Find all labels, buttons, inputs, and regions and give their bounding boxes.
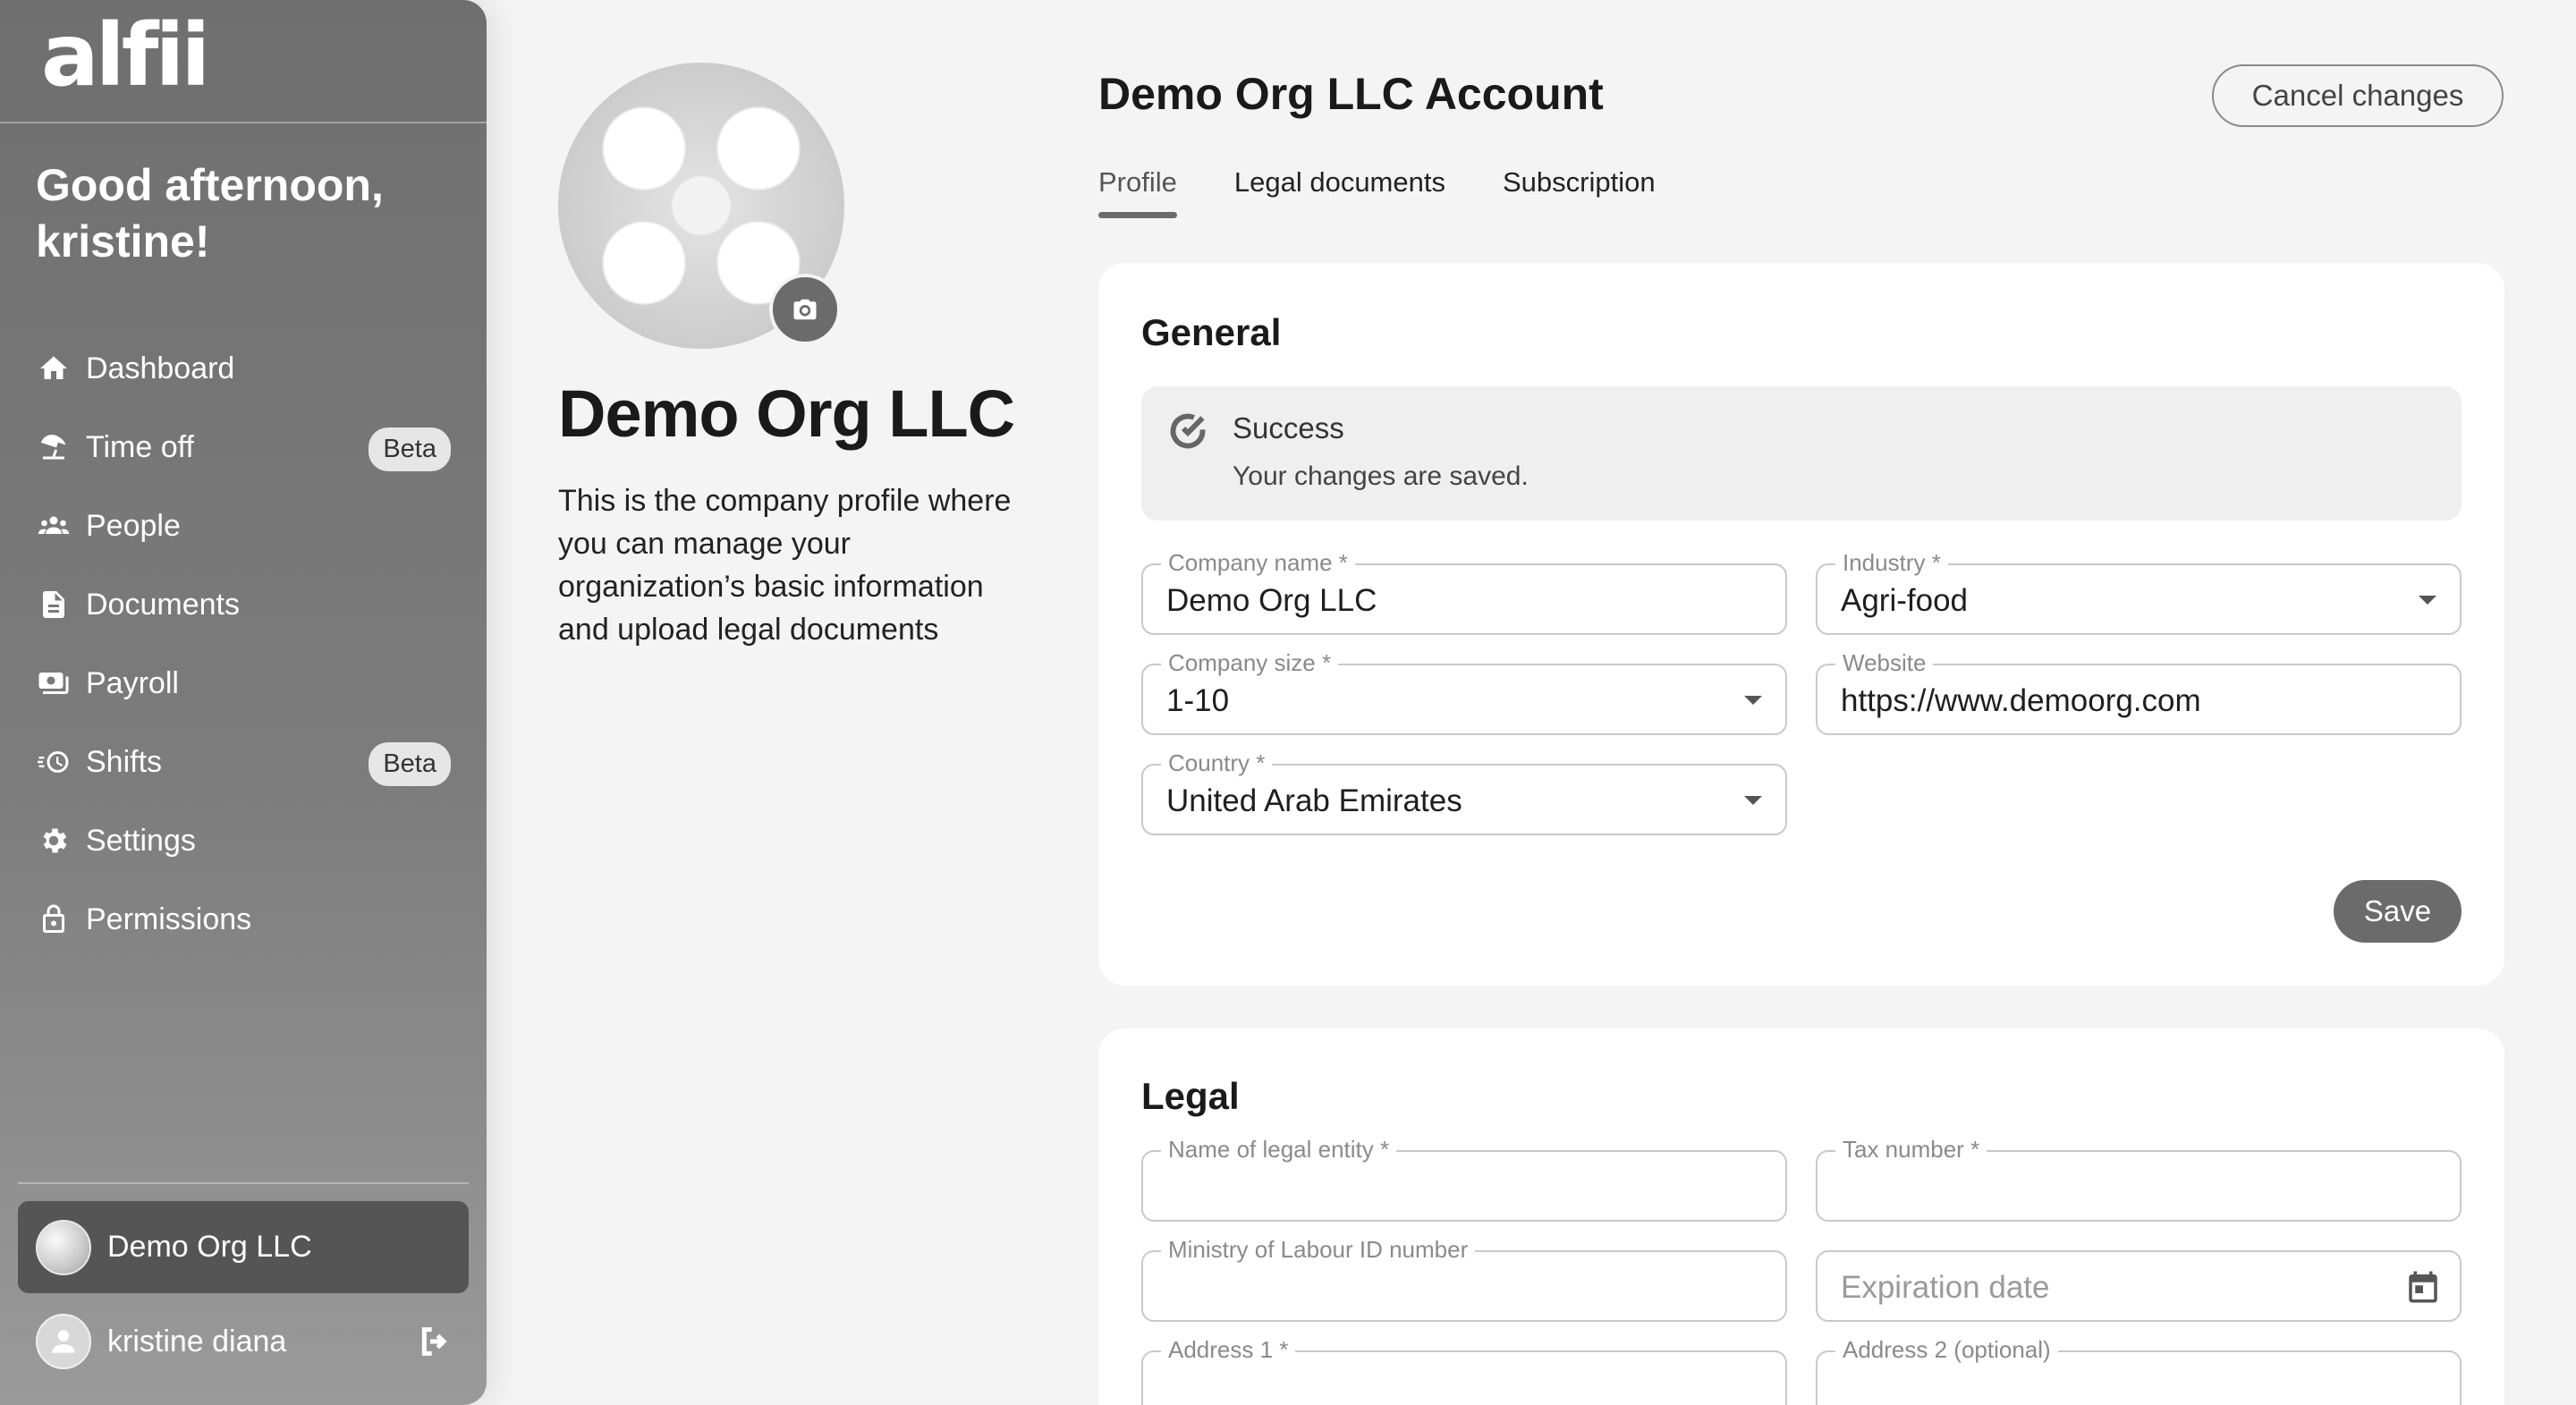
nav-item-people[interactable]: People [0, 487, 487, 565]
nav-item-documents[interactable]: Documents [0, 565, 487, 644]
nav-label: People [86, 508, 181, 543]
beta-badge: Beta [369, 427, 451, 471]
check-circle-icon [1168, 411, 1208, 451]
calendar-icon[interactable] [2404, 1268, 2442, 1306]
upload-photo-button[interactable] [769, 274, 841, 345]
nav-label: Payroll [86, 665, 179, 700]
camera-icon [793, 299, 817, 320]
org-avatar [36, 1219, 91, 1275]
alert-title: Success [1233, 411, 1344, 444]
company-name-field[interactable]: Company name * Demo Org LLC [1141, 549, 1787, 635]
nav-item-payroll[interactable]: Payroll [0, 644, 487, 723]
tab-subscription[interactable]: Subscription [1503, 166, 1656, 218]
tab-legal-documents[interactable]: Legal documents [1234, 166, 1445, 218]
address-1-field[interactable]: Address 1 * [1141, 1336, 1787, 1405]
dropdown-arrow-icon [1744, 796, 1762, 805]
people-icon [36, 508, 72, 544]
divider [0, 122, 487, 123]
org-switcher[interactable]: Demo Org LLC [18, 1201, 469, 1293]
field-label: Address 2 (optional) [1835, 1336, 2058, 1363]
page-title: Demo Org LLC Account [1098, 69, 1604, 119]
dropdown-arrow-icon [1744, 696, 1762, 705]
nav-item-time-off[interactable]: Time off Beta [0, 408, 487, 487]
tab-bar: Profile Legal documents Subscription [1098, 166, 1713, 218]
document-icon [36, 587, 72, 622]
general-title: General [1141, 311, 1282, 353]
tab-profile[interactable]: Profile [1098, 166, 1177, 218]
country-select[interactable]: Country * United Arab Emirates [1141, 749, 1787, 835]
company-description: This is the company profile where you ca… [558, 484, 1012, 647]
field-label: Company name * [1161, 549, 1355, 576]
field-label: Ministry of Labour ID number [1161, 1236, 1476, 1263]
nav-label: Time off [86, 429, 194, 464]
company-size-select[interactable]: Company size * 1-10 [1141, 649, 1787, 735]
user-avatar-icon [36, 1314, 91, 1369]
app-logo[interactable]: alfii [41, 13, 210, 98]
company-name-heading: Demo Org LLC [558, 377, 1015, 451]
nav-item-dashboard[interactable]: Dashboard [0, 329, 487, 408]
user-menu[interactable]: kristine diana [36, 1311, 453, 1372]
field-value: https://www.demoorg.com [1841, 683, 2201, 718]
legal-entity-field[interactable]: Name of legal entity * [1141, 1136, 1787, 1222]
divider [18, 1182, 469, 1184]
field-placeholder: Expiration date [1841, 1270, 2050, 1305]
website-field[interactable]: Website https://www.demoorg.com [1816, 649, 2462, 735]
nav-label: Shifts [86, 744, 163, 779]
field-label: Company size * [1161, 649, 1339, 676]
field-value: Agri-food [1841, 583, 1969, 618]
expiration-date-field[interactable]: Expiration date [1816, 1250, 2462, 1322]
nav-item-shifts[interactable]: Shifts Beta [0, 723, 487, 801]
save-button[interactable]: Save [2334, 880, 2462, 943]
nav-label: Documents [86, 587, 240, 622]
alert-message: Your changes are saved. [1233, 461, 1529, 491]
address-2-field[interactable]: Address 2 (optional) [1816, 1336, 2462, 1405]
nav-label: Dashboard [86, 351, 235, 385]
beta-badge: Beta [369, 742, 451, 786]
field-label: Industry * [1835, 549, 1948, 576]
legal-title: Legal [1141, 1075, 1240, 1117]
field-label: Country * [1161, 749, 1273, 776]
cancel-changes-button[interactable]: Cancel changes [2212, 64, 2504, 127]
general-card: General Success Your changes are saved. … [1098, 263, 2504, 986]
greeting: Good afternoon, kristine! [36, 160, 384, 267]
sidebar: alfii Good afternoon, kristine! Dashboar… [0, 0, 487, 1405]
user-name: kristine diana [107, 1324, 287, 1358]
success-alert: Success Your changes are saved. [1141, 386, 2462, 521]
field-label: Name of legal entity * [1161, 1136, 1397, 1163]
home-icon [36, 351, 72, 386]
field-value: United Arab Emirates [1166, 783, 1462, 818]
main-nav: Dashboard Time off Beta People Documents [0, 329, 487, 959]
nav-item-settings[interactable]: Settings [0, 801, 487, 880]
field-label: Address 1 * [1161, 1336, 1296, 1363]
tax-number-field[interactable]: Tax number * [1816, 1136, 2462, 1222]
nav-label: Permissions [86, 901, 252, 936]
field-value: 1-10 [1166, 683, 1230, 718]
org-name: Demo Org LLC [107, 1230, 312, 1264]
gear-icon [36, 823, 72, 859]
industry-select[interactable]: Industry * Agri-food [1816, 549, 2462, 635]
lock-icon [36, 901, 72, 937]
field-value: Demo Org LLC [1166, 583, 1377, 618]
nav-label: Settings [86, 823, 196, 858]
legal-card: Legal Name of legal entity * Tax number … [1098, 1028, 2504, 1405]
field-label: Tax number * [1835, 1136, 1987, 1163]
ministry-of-labour-id-field[interactable]: Ministry of Labour ID number [1141, 1236, 1787, 1322]
nav-item-permissions[interactable]: Permissions [0, 880, 487, 959]
logout-icon[interactable] [417, 1324, 453, 1359]
clock-icon [36, 744, 72, 780]
field-label: Website [1835, 649, 1934, 676]
payroll-icon [36, 665, 72, 701]
beach-umbrella-icon [36, 429, 72, 465]
dropdown-arrow-icon [2419, 596, 2436, 605]
